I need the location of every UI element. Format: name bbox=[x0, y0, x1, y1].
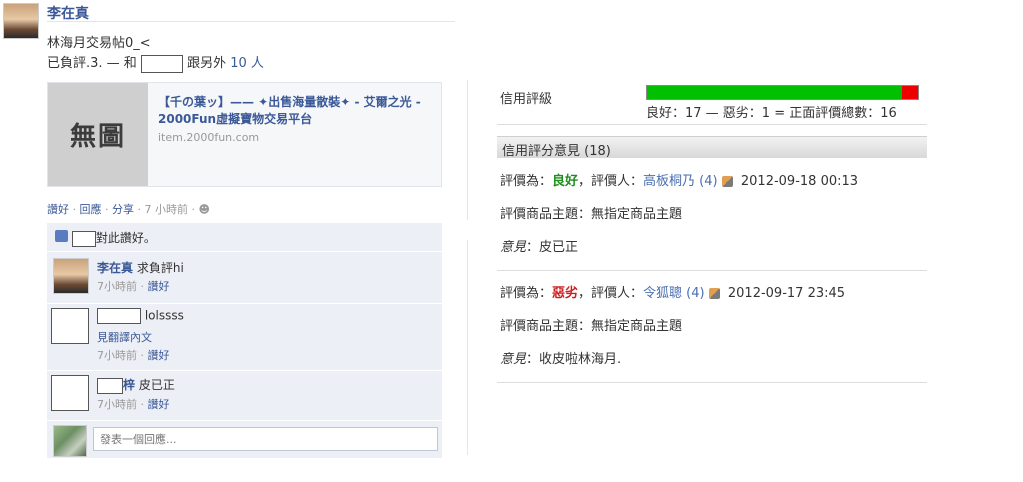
entry-datetime: 2012-09-18 00:13 bbox=[740, 174, 859, 189]
comment-row: 梓 皮已正 7小時前 · 讚好 bbox=[47, 370, 442, 420]
edit-icon[interactable] bbox=[721, 176, 733, 187]
rating-summary: 良好：17 — 惡劣：1 = 正面評價總數：16 bbox=[646, 106, 897, 121]
dot: · bbox=[140, 349, 145, 362]
dot: · bbox=[191, 203, 196, 216]
comment-meta: 7小時前 · 讚好 bbox=[97, 278, 170, 294]
entry-opinion: 意見：收皮啦林海月. bbox=[500, 348, 927, 367]
header-divider bbox=[47, 21, 455, 22]
no-image-text: 無圖 bbox=[69, 122, 126, 152]
comment-text: 皮已正 bbox=[138, 378, 175, 392]
reply-row bbox=[47, 420, 442, 458]
entry-header: 評價為：良好，評價人：高板桐乃 (4) 2012-09-18 00:13 bbox=[500, 170, 927, 189]
tag-count-link[interactable]: 10 人 bbox=[230, 56, 264, 71]
preview-no-image: 無圖 bbox=[48, 83, 148, 186]
likes-text: 對此讚好。 bbox=[95, 231, 156, 245]
post-author[interactable]: 李在真 bbox=[47, 3, 89, 23]
entry-divider bbox=[497, 382, 927, 383]
comment-input[interactable] bbox=[93, 427, 438, 451]
tag-suffix: 跟另外 bbox=[187, 56, 227, 71]
comment-time[interactable]: 7小時前 bbox=[97, 349, 137, 362]
dot: · bbox=[137, 203, 142, 216]
author-avatar[interactable] bbox=[3, 3, 39, 39]
comment-row: lolssss 見翻譯內文 7小時前 · 讚好 bbox=[47, 303, 442, 370]
opinion-text: ：皮已正 bbox=[526, 240, 579, 255]
redacted-name bbox=[97, 308, 141, 324]
rating-bar bbox=[646, 85, 919, 100]
commenter-avatar[interactable] bbox=[53, 258, 89, 294]
section-title: 信用評分意見 (18) bbox=[502, 144, 611, 159]
comments-box: 對此讚好。 李在真 求負評hi 7小時前 · 讚好 lolssss 見翻譯內文 … bbox=[47, 223, 442, 458]
rating-label: 信用評級 bbox=[500, 92, 553, 107]
section-divider bbox=[497, 124, 927, 125]
rater-link[interactable]: 高板桐乃 (4) bbox=[643, 174, 718, 189]
rating-prefix: 評價為： bbox=[500, 174, 553, 189]
opinion-label: 意見 bbox=[500, 352, 527, 367]
rater-link[interactable]: 令狐聰 (4) bbox=[643, 286, 705, 301]
entry-product: 評價商品主題：無指定商品主題 bbox=[500, 207, 683, 222]
comment-meta: 7小時前 · 讚好 bbox=[97, 347, 170, 363]
entry-opinion: 意見：皮已正 bbox=[500, 236, 927, 255]
dot: · bbox=[140, 280, 145, 293]
comment-author[interactable]: 李在真 bbox=[97, 261, 133, 275]
comment-text: 求負評hi bbox=[136, 261, 184, 275]
thumbs-up-icon bbox=[55, 230, 68, 242]
post-tags: 已負評.3. — 和 跟另外 10 人 bbox=[47, 52, 264, 73]
see-translation-link[interactable]: 見翻譯內文 bbox=[97, 329, 152, 345]
rater-prefix: ，評價人： bbox=[578, 174, 644, 189]
dot: · bbox=[140, 398, 145, 411]
rating-entry: 評價為：良好，評價人：高板桐乃 (4) 2012-09-18 00:13 評價商… bbox=[500, 170, 927, 270]
comment-like-link[interactable]: 讚好 bbox=[148, 280, 170, 293]
link-preview[interactable]: 無圖 【千の葉ッ】—— ✦出售海量散裝✦ - 艾爾之光 - 2000Fun虛擬寶… bbox=[47, 82, 442, 187]
rater-prefix: ，評價人： bbox=[578, 286, 644, 301]
rating-bar-good bbox=[647, 86, 902, 99]
preview-title[interactable]: 【千の葉ッ】—— ✦出售海量散裝✦ - 艾爾之光 - 2000Fun虛擬寶物交易… bbox=[158, 94, 430, 128]
post-text: 林海月交易帖0_< bbox=[47, 36, 151, 51]
like-link[interactable]: 讚好 bbox=[47, 203, 69, 216]
dot: · bbox=[105, 203, 109, 216]
rating-bad: 惡劣 bbox=[552, 286, 579, 301]
rating-prefix: 評價為： bbox=[500, 286, 553, 301]
reply-link[interactable]: 回應 bbox=[80, 203, 102, 216]
section-header: 信用評分意見 (18) bbox=[497, 136, 927, 159]
post-time[interactable]: 7 小時前 bbox=[145, 203, 189, 216]
tag-prefix: 已負評.3. — 和 bbox=[47, 56, 137, 71]
preview-url: item.2000fun.com bbox=[158, 131, 260, 144]
comment-body: 梓 皮已正 bbox=[97, 376, 175, 394]
redacted-name bbox=[71, 230, 96, 247]
divider-line bbox=[467, 240, 468, 455]
commenter-avatar[interactable] bbox=[51, 308, 89, 344]
my-avatar bbox=[53, 425, 87, 457]
audience-icon[interactable]: ☻ bbox=[199, 203, 210, 216]
commenter-avatar[interactable] bbox=[51, 375, 89, 411]
dot: · bbox=[72, 203, 77, 216]
redacted-name bbox=[97, 377, 123, 394]
redacted-name bbox=[140, 54, 183, 73]
edit-icon[interactable] bbox=[708, 288, 720, 299]
comment-like-link[interactable]: 讚好 bbox=[148, 349, 170, 362]
rating-entry: 評價為：惡劣，評價人：令狐聰 (4) 2012-09-17 23:45 評價商品… bbox=[500, 282, 927, 382]
entry-divider bbox=[497, 270, 927, 271]
comment-time[interactable]: 7小時前 bbox=[97, 280, 137, 293]
rating-bar-bad bbox=[901, 86, 918, 99]
divider-line bbox=[467, 80, 468, 220]
comment-body: 李在真 求負評hi bbox=[97, 259, 184, 276]
comment-text: lolssss bbox=[144, 308, 184, 323]
opinion-label: 意見 bbox=[500, 240, 527, 255]
comment-body: lolssss bbox=[97, 308, 184, 324]
comment-row: 李在真 求負評hi 7小時前 · 讚好 bbox=[47, 251, 442, 303]
comment-author[interactable]: 梓 bbox=[123, 378, 135, 392]
comment-like-link[interactable]: 讚好 bbox=[148, 398, 170, 411]
rating-good: 良好 bbox=[552, 174, 579, 189]
likes-row: 對此讚好。 bbox=[55, 229, 156, 247]
entry-header: 評價為：惡劣，評價人：令狐聰 (4) 2012-09-17 23:45 bbox=[500, 282, 927, 301]
share-link[interactable]: 分享 bbox=[112, 203, 134, 216]
post-actions: 讚好 · 回應 · 分享 · 7 小時前 · ☻ bbox=[47, 201, 210, 217]
comment-time[interactable]: 7小時前 bbox=[97, 398, 137, 411]
opinion-text: ：收皮啦林海月. bbox=[526, 352, 622, 367]
comment-meta: 7小時前 · 讚好 bbox=[97, 396, 170, 412]
entry-datetime: 2012-09-17 23:45 bbox=[727, 286, 846, 301]
entry-product: 評價商品主題：無指定商品主題 bbox=[500, 319, 683, 334]
